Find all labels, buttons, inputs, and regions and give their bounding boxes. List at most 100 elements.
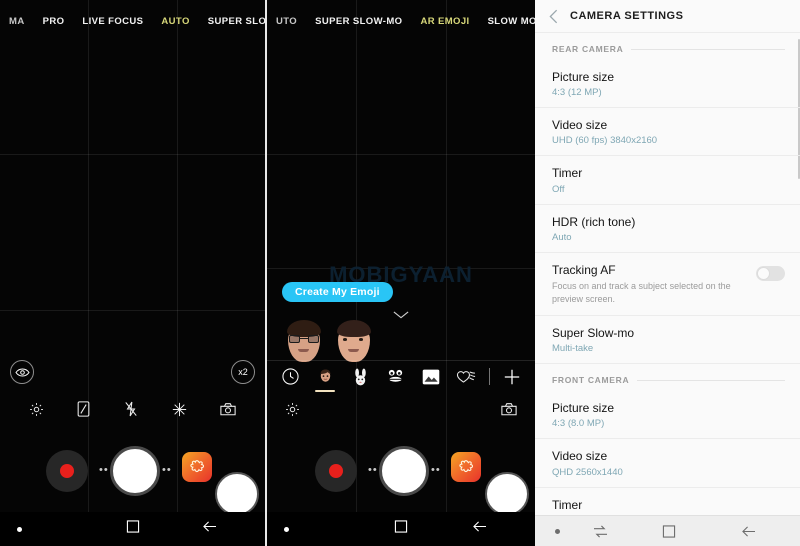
glasses-icon [289,335,319,343]
avatar-plain[interactable] [335,318,373,364]
frame-image-icon[interactable] [418,364,444,390]
setting-row-tracking-af[interactable]: Tracking AF Focus on and track a subject… [535,253,800,317]
setting-row-picture-size-rear[interactable]: Picture size 4:3 (12 MP) [535,60,800,109]
effects-button[interactable] [451,452,481,482]
emoji-avatar-list[interactable] [285,318,373,364]
dot-icon [284,526,289,532]
doodle-heart-icon[interactable] [453,364,479,390]
dot-icon [555,528,560,534]
mode-auto-2[interactable]: UTO [267,16,306,27]
setting-label: Super Slow-mo [552,326,635,341]
mode-slow-motion[interactable]: SLOW MOTION [479,16,535,27]
rabbit-mask-icon[interactable] [348,364,374,390]
setting-label: HDR (rich tone) [552,214,636,229]
eye-icon[interactable] [10,360,34,384]
setting-row-video-size-front[interactable]: Video size QHD 2560x1440 [535,439,800,488]
switch-apps-icon[interactable] [593,525,608,538]
back-arrow-icon[interactable] [202,520,217,538]
shutter-button[interactable] [379,446,429,496]
navbar-panel2[interactable] [267,512,535,546]
setting-row-timer-front[interactable]: Timer Off [535,488,800,515]
chevron-left-icon[interactable] [549,9,558,24]
camera-settings-panel: CAMERA SETTINGS REAR CAMERA Picture size… [535,0,800,546]
setting-label: Picture size [552,70,615,84]
mode-ar-emoji-2[interactable]: AR EMOJI [411,16,478,27]
record-dot [329,464,343,478]
dots-right: •• [162,464,172,476]
gear-icon[interactable] [29,402,44,417]
flash-off-icon[interactable] [124,401,138,417]
mode-live-focus[interactable]: LIVE FOCUS [73,16,152,27]
camera-panel-auto: MA PRO LIVE FOCUS AUTO SUPER SLOW-MO AR … [0,0,265,546]
strip-divider [488,368,490,385]
mode-super-slow-mo[interactable]: SUPER SLOW-MO [199,16,265,27]
setting-row-video-size-rear[interactable]: Video size UHD (60 fps) 3840x2160 [535,108,800,157]
shutter-cluster-ar: •• •• [267,440,535,516]
mode-bar-ar[interactable]: UTO SUPER SLOW-MO AR EMOJI SLOW MOTION H… [267,0,535,42]
effects-button[interactable] [182,452,212,482]
zoom-x2-button[interactable]: x2 [231,360,255,384]
settings-header: CAMERA SETTINGS [535,0,800,33]
setting-row-timer-rear[interactable]: Timer Off [535,156,800,205]
gallery-thumbnail[interactable] [485,472,529,516]
setting-row-super-slow-mo[interactable]: Super Slow-mo Multi-take [535,316,800,365]
record-button[interactable] [315,450,357,492]
zoom-label: x2 [238,367,248,377]
clock-icon[interactable] [277,364,303,390]
section-rule [637,379,785,381]
setting-value: QHD 2560x1440 [552,466,623,478]
section-header-front: FRONT CAMERA [535,364,800,391]
shutter-cluster-auto: •• •• [0,440,265,516]
mode-auto[interactable]: AUTO [152,16,198,27]
setting-label: Timer [552,166,583,181]
setting-value: Multi-take [552,343,594,355]
dots-left: •• [368,464,378,476]
shutter-button[interactable] [110,446,160,496]
section-label: REAR CAMERA [552,44,624,54]
dot-icon [17,526,22,532]
ar-effects-strip[interactable] [267,360,535,392]
chevron-down-icon[interactable] [393,306,409,324]
my-emoji-icon[interactable] [312,364,338,392]
setting-value: 4:3 (12 MP) [552,87,602,99]
setting-label: Tracking AF [552,262,616,277]
setting-value: 4:3 (8.0 MP) [552,418,605,430]
record-dot [60,464,74,478]
camera-switch-icon[interactable] [220,402,236,416]
gallery-thumbnail[interactable] [215,472,259,516]
home-square-icon[interactable] [126,520,139,538]
mode-pro[interactable]: PRO [34,16,74,27]
aspect-ratio-icon[interactable] [77,401,90,417]
setting-row-hdr[interactable]: HDR (rich tone) Auto [535,205,800,253]
dots-right: •• [431,464,441,476]
home-square-icon[interactable] [394,520,408,538]
plus-icon[interactable] [499,364,525,390]
camera-toolbar-ar[interactable] [267,396,535,422]
back-arrow-icon[interactable] [472,520,487,538]
home-square-icon[interactable] [662,524,675,538]
setting-value: Auto [552,231,572,243]
create-my-emoji-button[interactable]: Create My Emoji [282,282,393,302]
record-button[interactable] [46,450,88,492]
camera-toolbar-auto[interactable] [0,396,265,422]
screenshot-root: MA PRO LIVE FOCUS AUTO SUPER SLOW-MO AR … [0,0,800,546]
setting-value: Off [552,183,565,195]
navbar-settings[interactable] [535,515,800,546]
settings-list[interactable]: REAR CAMERA Picture size 4:3 (12 MP) Vid… [535,33,800,515]
mode-super-slow-mo-2[interactable]: SUPER SLOW-MO [306,16,411,27]
avatar-with-glasses[interactable] [285,318,323,364]
setting-description: Focus on and track a subject selected on… [552,280,731,304]
googly-eyes-icon[interactable] [383,364,409,390]
back-arrow-icon[interactable] [741,525,756,538]
beauty-sparkle-icon[interactable] [172,402,187,417]
section-header-rear: REAR CAMERA [535,33,800,60]
page-title: CAMERA SETTINGS [570,10,684,22]
camera-switch-icon[interactable] [501,402,517,416]
tracking-af-toggle[interactable] [756,265,785,281]
mode-bar-auto[interactable]: MA PRO LIVE FOCUS AUTO SUPER SLOW-MO AR … [0,0,265,42]
gear-icon[interactable] [285,402,300,417]
setting-row-picture-size-front[interactable]: Picture size 4:3 (8.0 MP) [535,391,800,440]
toggle-knob [757,266,770,280]
mode-panorama[interactable]: MA [0,16,34,27]
navbar-panel1[interactable] [0,512,265,546]
